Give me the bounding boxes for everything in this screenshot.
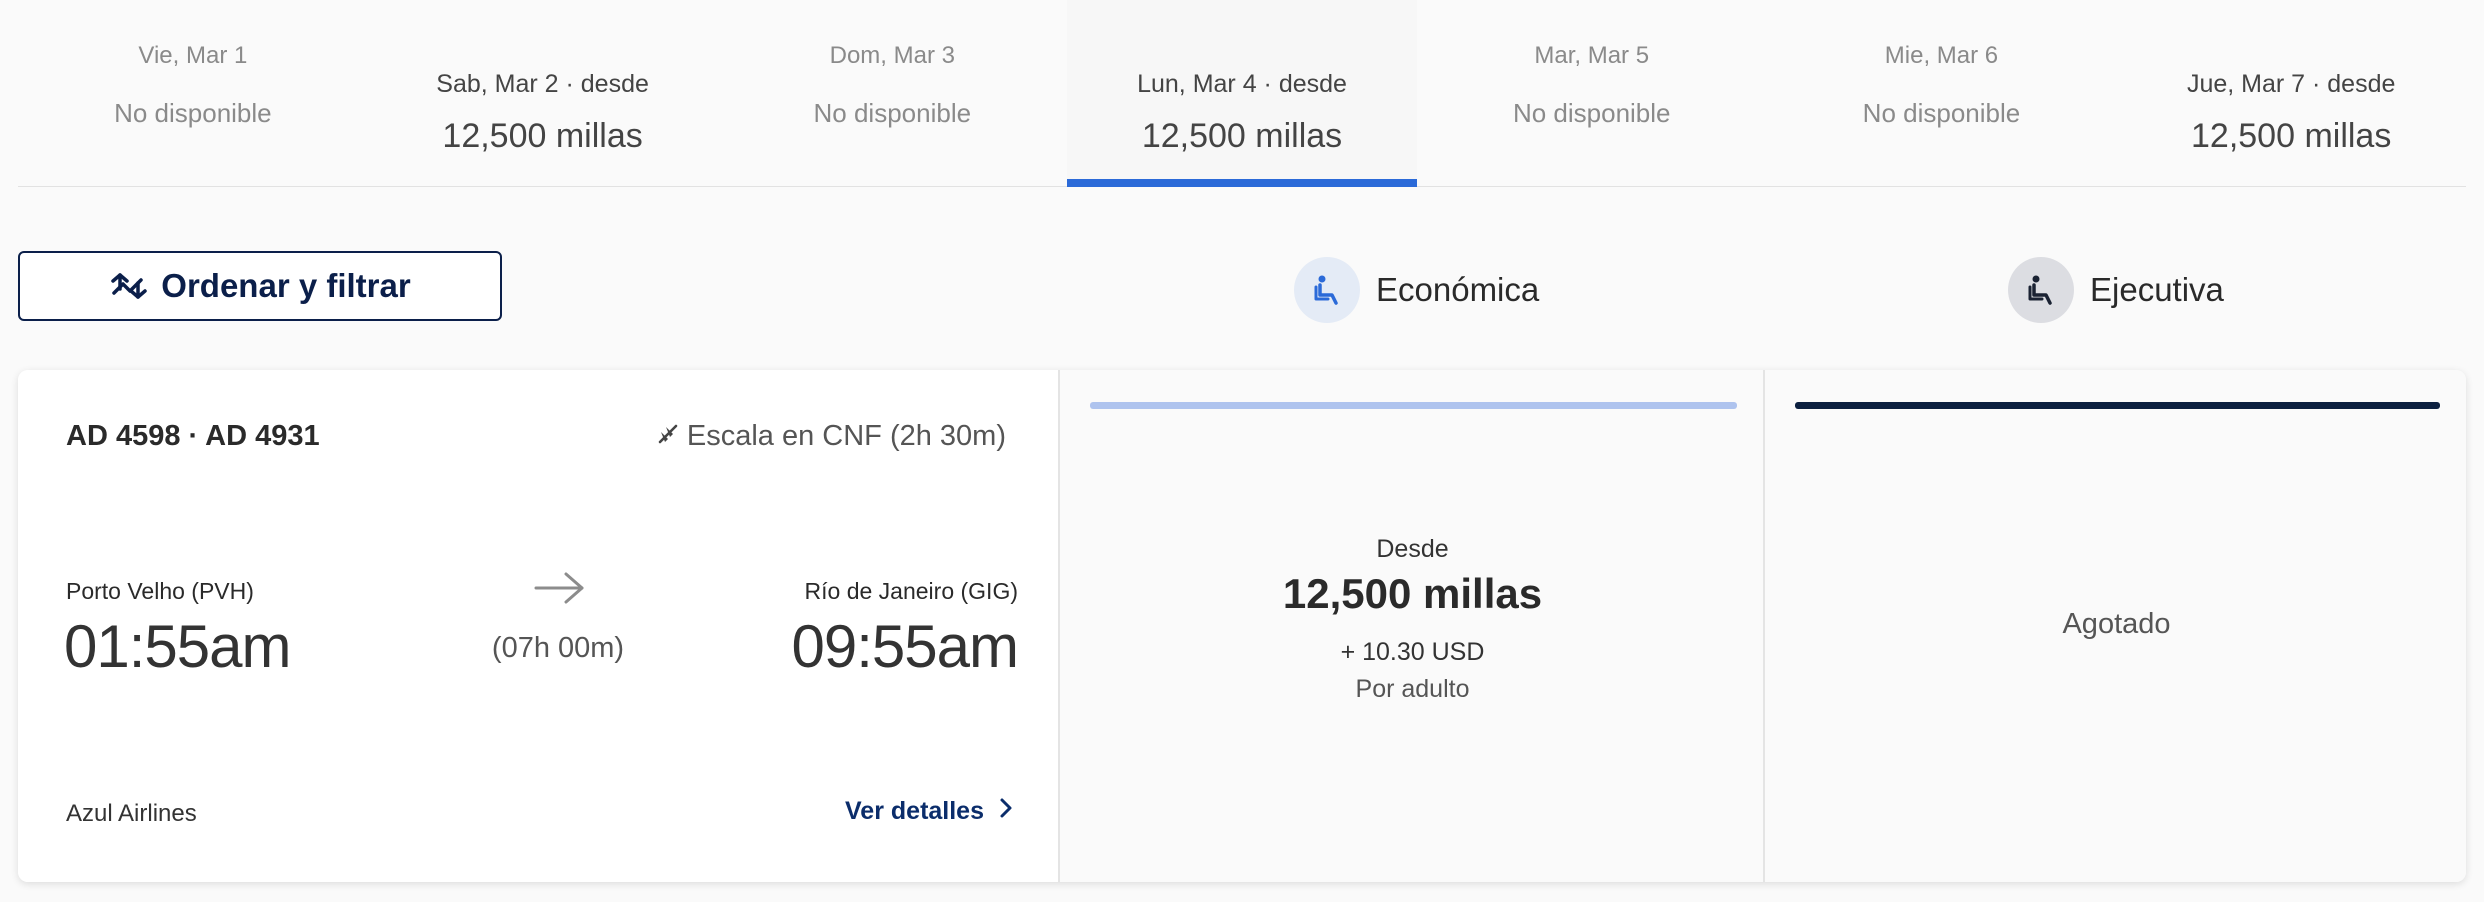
- economy-fare-body: Desde 12,500 millas + 10.30 USD Por adul…: [1060, 535, 1765, 704]
- tab-price: 12,500 millas: [1141, 117, 1343, 155]
- seat-icon: [1294, 257, 1360, 323]
- origin-airport: Porto Velho (PVH): [66, 578, 254, 604]
- tab-status: No disponible: [1512, 98, 1671, 128]
- sort-filter-button[interactable]: Ordenar y filtrar: [18, 251, 502, 321]
- sort-arrows-icon: [109, 271, 149, 301]
- destination-airport: Río de Janeiro (GIG): [804, 578, 1018, 604]
- soldout-label: Agotado: [2062, 608, 2171, 640]
- stop-text: Escala en CNF (2h 30m): [686, 420, 1006, 452]
- plane-icon: [657, 420, 679, 453]
- tab-date: Lun, Mar 4 · desde: [1137, 70, 1347, 98]
- executive-fare-bar: [1795, 402, 2440, 409]
- fare-price: 12,500 millas: [1282, 570, 1543, 617]
- tab-price: 12,500 millas: [2191, 117, 2392, 155]
- tab-date: Dom, Mar 3: [829, 42, 955, 69]
- tab-date: Vie, Mar 1: [138, 42, 248, 69]
- tab-date: Jue, Mar 7 · desde: [2186, 70, 2396, 98]
- arrow-right-icon: [514, 566, 606, 615]
- date-tab-mar-5[interactable]: Mar, Mar 5 No disponible: [1417, 0, 1767, 186]
- chevron-right-icon: [998, 796, 1014, 827]
- departure-time: 01:55am: [64, 613, 291, 680]
- airline-name: Azul Airlines: [66, 800, 197, 827]
- flight-card: AD 4598 · AD 4931 Escala en CNF (2h 30m)…: [18, 370, 2466, 882]
- date-tab-mar-3[interactable]: Dom, Mar 3 No disponible: [717, 0, 1067, 186]
- economy-fare-option[interactable]: Desde 12,500 millas + 10.30 USD Por adul…: [1058, 370, 1765, 882]
- seat-icon: [2008, 257, 2074, 323]
- tab-date: Mar, Mar 5: [1534, 42, 1650, 69]
- tab-price: 12,500 millas: [442, 117, 643, 155]
- fare-tax: + 10.30 USD: [1340, 638, 1485, 666]
- fare-per-adult: Por adulto: [1355, 675, 1470, 703]
- cabin-header-economy: Económica: [1294, 257, 1539, 323]
- tab-date: Sab, Mar 2 · desde: [436, 70, 649, 98]
- cabin-label-executive: Ejecutiva: [2090, 271, 2224, 308]
- date-tab-mar-7[interactable]: Jue, Mar 7 · desde 12,500 millas: [2116, 0, 2466, 186]
- tab-status: No disponible: [1862, 98, 2021, 128]
- cabin-label-economy: Económica: [1376, 271, 1540, 308]
- flight-numbers: AD 4598 · AD 4931: [66, 420, 320, 452]
- tab-status: No disponible: [813, 98, 972, 128]
- stop-info: Escala en CNF (2h 30m): [657, 420, 1006, 453]
- fare-from-label: Desde: [1376, 535, 1449, 563]
- flight-duration: (07h 00m): [491, 632, 625, 664]
- cabin-header-executive: Ejecutiva: [2008, 257, 2224, 323]
- date-tab-mar-2[interactable]: Sab, Mar 2 · desde 12,500 millas: [368, 0, 718, 186]
- date-selector: Vie, Mar 1 No disponible Sab, Mar 2 · de…: [18, 0, 2466, 187]
- view-details-link[interactable]: Ver detalles: [845, 796, 1014, 827]
- tab-status: No disponible: [114, 98, 272, 128]
- tab-date: Mie, Mar 6: [1884, 42, 1999, 69]
- arrival-time: 09:55am: [791, 613, 1019, 680]
- flight-info: AD 4598 · AD 4931 Escala en CNF (2h 30m)…: [18, 370, 1058, 882]
- date-tab-mar-1[interactable]: Vie, Mar 1 No disponible: [18, 0, 368, 186]
- economy-fare-bar: [1090, 402, 1737, 409]
- sort-filter-label: Ordenar y filtrar: [161, 267, 411, 304]
- selected-tab-indicator: [1067, 179, 1417, 187]
- executive-fare-option: Agotado: [1763, 370, 2466, 882]
- view-details-label: Ver detalles: [845, 797, 984, 825]
- date-tab-mar-4[interactable]: Lun, Mar 4 · desde 12,500 millas: [1067, 0, 1417, 187]
- date-tab-mar-6[interactable]: Mie, Mar 6 No disponible: [1767, 0, 2117, 186]
